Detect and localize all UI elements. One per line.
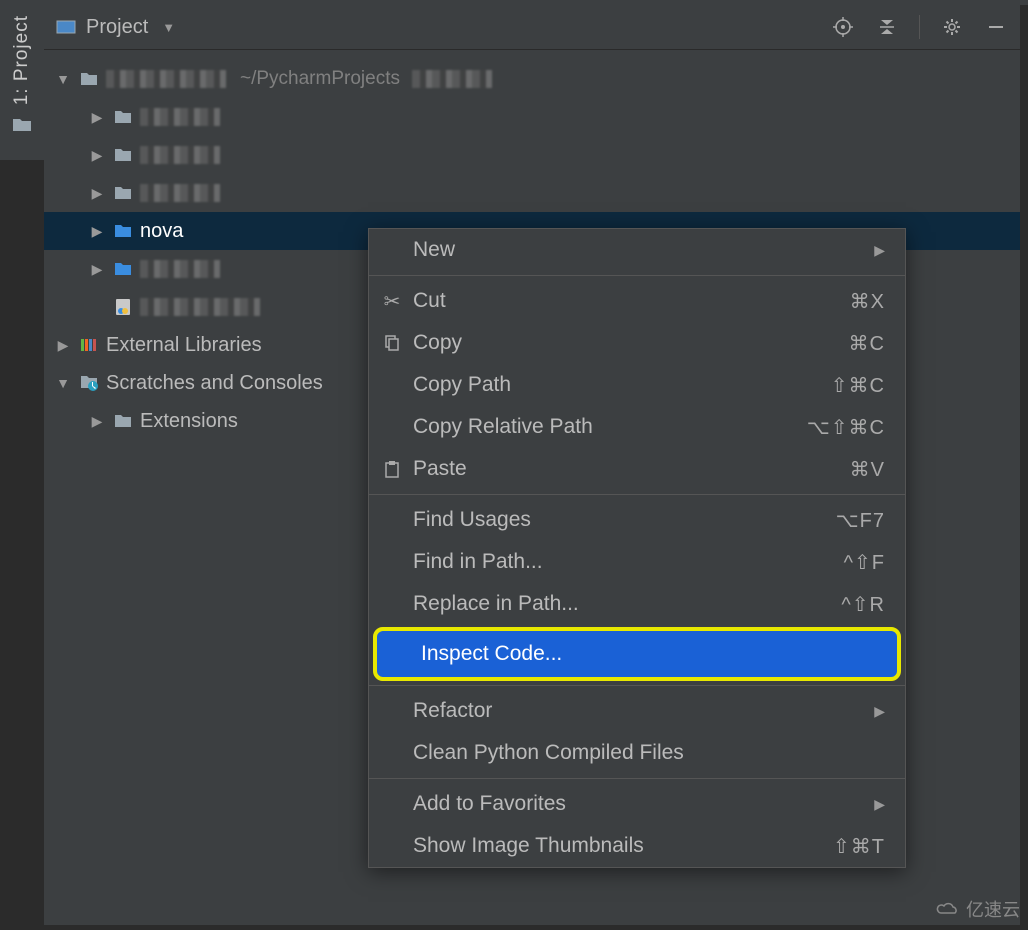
expand-arrow-icon[interactable]: ▼ <box>54 375 72 391</box>
menu-refactor[interactable]: Refactor ▶ <box>369 690 905 732</box>
context-menu: New ▶ ✂ Cut ⌘X Copy ⌘C Copy Path ⇧⌘C Cop… <box>368 228 906 868</box>
folder-icon <box>112 224 134 238</box>
expand-arrow-icon[interactable]: ▶ <box>88 147 106 164</box>
submenu-arrow-icon: ▶ <box>874 242 885 259</box>
collapse-icon[interactable] <box>875 15 899 39</box>
expand-arrow-icon[interactable]: ▶ <box>88 185 106 202</box>
copy-icon <box>377 334 407 352</box>
menu-separator <box>369 778 905 779</box>
menu-clean-python[interactable]: Clean Python Compiled Files <box>369 732 905 774</box>
blurred-label <box>140 108 220 126</box>
blurred-label <box>140 260 220 278</box>
separator <box>919 15 920 39</box>
locate-icon[interactable] <box>831 15 855 39</box>
python-file-icon <box>112 298 134 316</box>
menu-find-in-path[interactable]: Find in Path... ^⇧F <box>369 541 905 583</box>
root-path: ~/PycharmProjects <box>240 68 400 90</box>
folder-icon <box>112 262 134 276</box>
tree-item-label: nova <box>140 220 183 243</box>
project-icon <box>56 19 76 35</box>
folder-icon <box>112 148 134 162</box>
shortcut: ⌘C <box>849 331 885 356</box>
folder-icon <box>112 414 134 428</box>
shortcut: ⌘X <box>850 289 885 314</box>
tree-item-label: Scratches and Consoles <box>106 372 323 395</box>
menu-copy-relative-path[interactable]: Copy Relative Path ⌥⇧⌘C <box>369 406 905 448</box>
folder-icon <box>12 117 32 133</box>
chevron-down-icon[interactable]: ▼ <box>162 20 175 35</box>
tree-item-label: External Libraries <box>106 334 262 357</box>
menu-replace-in-path[interactable]: Replace in Path... ^⇧R <box>369 583 905 625</box>
menu-separator <box>369 275 905 276</box>
expand-arrow-icon[interactable]: ▶ <box>54 337 72 354</box>
project-sidebar-tab[interactable]: 1: Project <box>0 5 44 160</box>
menu-add-to-favorites[interactable]: Add to Favorites ▶ <box>369 783 905 825</box>
menu-paste[interactable]: Paste ⌘V <box>369 448 905 490</box>
menu-find-usages[interactable]: Find Usages ⌥F7 <box>369 499 905 541</box>
shortcut: ⇧⌘T <box>833 834 885 859</box>
folder-icon <box>78 72 100 86</box>
menu-separator <box>369 494 905 495</box>
watermark: 亿速云 <box>936 896 1020 922</box>
gear-icon[interactable] <box>940 15 964 39</box>
tree-item[interactable]: ▶ <box>44 174 1020 212</box>
blurred-label <box>140 184 220 202</box>
shortcut: ⌥F7 <box>836 508 885 533</box>
shortcut: ^⇧R <box>841 592 885 617</box>
cut-icon: ✂ <box>377 289 407 314</box>
expand-arrow-icon[interactable]: ▶ <box>88 261 106 278</box>
menu-copy-path[interactable]: Copy Path ⇧⌘C <box>369 364 905 406</box>
blurred-label <box>106 70 226 88</box>
folder-icon <box>112 186 134 200</box>
tree-item-label: Extensions <box>140 410 238 433</box>
menu-separator <box>369 685 905 686</box>
tree-item[interactable]: ▶ <box>44 136 1020 174</box>
libraries-icon <box>78 337 100 353</box>
tree-item[interactable]: ▶ <box>44 98 1020 136</box>
menu-new[interactable]: New ▶ <box>369 229 905 271</box>
shortcut: ^⇧F <box>844 550 885 575</box>
submenu-arrow-icon: ▶ <box>874 703 885 720</box>
menu-cut[interactable]: ✂ Cut ⌘X <box>369 280 905 322</box>
blurred-label <box>412 70 492 88</box>
expand-arrow-icon[interactable]: ▶ <box>88 413 106 430</box>
folder-icon <box>112 110 134 124</box>
tree-root[interactable]: ▼ ~/PycharmProjects <box>44 60 1020 98</box>
menu-show-thumbnails[interactable]: Show Image Thumbnails ⇧⌘T <box>369 825 905 867</box>
shortcut: ⌥⇧⌘C <box>807 415 885 440</box>
minimize-icon[interactable] <box>984 15 1008 39</box>
shortcut: ⇧⌘C <box>831 373 885 398</box>
blurred-label <box>140 298 260 316</box>
scratches-icon <box>78 374 100 392</box>
project-toolbar: Project ▼ <box>44 5 1020 50</box>
blurred-label <box>140 146 220 164</box>
submenu-arrow-icon: ▶ <box>874 796 885 813</box>
expand-arrow-icon[interactable]: ▶ <box>88 223 106 240</box>
menu-copy[interactable]: Copy ⌘C <box>369 322 905 364</box>
expand-arrow-icon[interactable]: ▶ <box>88 109 106 126</box>
sidebar-tab-label: 1: Project <box>11 15 33 105</box>
toolbar-title[interactable]: Project <box>86 16 148 39</box>
expand-arrow-icon[interactable]: ▼ <box>54 71 72 87</box>
shortcut: ⌘V <box>850 457 885 482</box>
menu-inspect-code[interactable]: Inspect Code... <box>373 627 901 681</box>
paste-icon <box>377 460 407 478</box>
